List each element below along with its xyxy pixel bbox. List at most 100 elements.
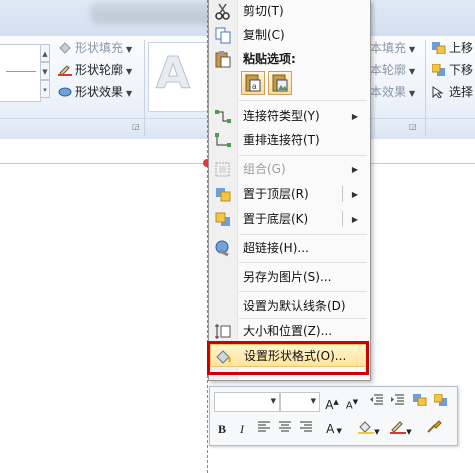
gallery-up-button[interactable]: ▲ — [40, 44, 50, 62]
paste-as-picture-button[interactable] — [268, 71, 292, 95]
bring-to-front-mini-button[interactable] — [412, 393, 428, 411]
align-center-button[interactable] — [277, 420, 293, 438]
bring-forward-button[interactable]: 上移 — [432, 39, 473, 57]
menu-separator — [239, 318, 367, 319]
font-size-dropdown[interactable]: ▼ — [280, 392, 320, 412]
menu-item-connector-type[interactable]: 连接符类型(Y) ▶ — [209, 105, 368, 128]
shrink-font-button[interactable]: A▼ — [344, 393, 360, 411]
selection-pane-icon — [432, 85, 446, 99]
format-painter-brush-icon — [426, 420, 442, 437]
send-backward-button[interactable]: 下移 — [431, 61, 473, 79]
group-separator — [425, 40, 426, 136]
chevron-down-icon: ▼ — [310, 397, 316, 405]
svg-text:a: a — [252, 82, 257, 91]
font-color-button[interactable]: A ▼ — [322, 420, 346, 438]
grow-font-button[interactable]: A▲ — [324, 393, 340, 412]
chevron-down-icon: ▼ — [270, 397, 276, 405]
menu-separator — [239, 291, 367, 292]
text-fill-button[interactable]: 本填充 ▼ — [370, 39, 415, 57]
increase-indent-icon — [391, 394, 405, 409]
chevron-down-icon: ▼ — [374, 428, 380, 436]
blurred-title — [90, 2, 220, 24]
align-left-button[interactable] — [256, 420, 272, 438]
context-menu: 剪切(T) 复制(C) 粘贴选项: a 连接符类型(Y) ▶ 重排连接符(T) … — [208, 0, 371, 381]
menu-item-send-to-back[interactable]: 置于底层(K) ▶ — [209, 208, 368, 231]
menu-separator — [239, 262, 367, 263]
align-left-icon — [257, 421, 271, 436]
decrease-indent-icon — [370, 394, 384, 409]
italic-button[interactable]: I — [234, 420, 250, 438]
hyperlink-globe-icon — [214, 240, 232, 257]
send-to-back-icon — [433, 393, 448, 409]
selection-pane-button[interactable]: 选择 — [432, 83, 473, 101]
text-outline-button[interactable]: 本轮廓 ▼ — [370, 61, 415, 79]
menu-item-copy[interactable]: 复制(C) — [209, 24, 368, 47]
send-to-back-mini-button[interactable] — [433, 393, 449, 411]
menu-item-reroute-connectors[interactable]: 重排连接符(T) — [209, 129, 368, 152]
submenu-arrow-icon: ▶ — [351, 112, 358, 121]
format-painter-button[interactable] — [424, 420, 444, 438]
dialog-launcher-icon[interactable]: ◲ — [409, 122, 417, 131]
menu-item-bring-to-front[interactable]: 置于顶层(R) ▶ — [209, 183, 368, 206]
menu-separator — [239, 100, 367, 101]
gallery-line-sample — [6, 71, 36, 72]
decrease-indent-button[interactable] — [369, 393, 385, 411]
chevron-down-icon: ▼ — [406, 428, 412, 436]
paste-options-label: 粘贴选项: — [243, 52, 296, 66]
send-to-back-icon — [214, 211, 232, 228]
menu-item-group[interactable]: 组合(G) ▶ — [209, 158, 368, 181]
text-effects-button[interactable]: 本效果 ▼ — [370, 83, 415, 101]
shape-outline-mini-button[interactable]: ▼ — [388, 420, 414, 438]
chevron-down-icon: ▼ — [334, 427, 342, 435]
menu-item-cut[interactable]: 剪切(T) — [209, 0, 368, 23]
pencil-outline-icon — [58, 63, 72, 76]
shape-effects-button[interactable]: 形状效果 ▼ — [58, 83, 132, 101]
split-separator — [342, 186, 343, 202]
wordart-style-sample: A — [155, 48, 191, 100]
submenu-arrow-icon: ▶ — [351, 165, 358, 174]
shape-styles-gallery[interactable] — [0, 44, 41, 102]
shape-effects-icon — [58, 85, 72, 97]
increase-indent-button[interactable] — [390, 393, 406, 411]
paste-picture-icon — [269, 74, 291, 97]
paste-keep-format-icon: a — [242, 74, 264, 97]
bring-forward-icon — [432, 41, 446, 55]
connector-type-icon — [214, 108, 232, 125]
highlight-frame — [207, 341, 369, 375]
paste-keep-formatting-button[interactable]: a — [241, 71, 265, 95]
font-name-dropdown[interactable]: ▼ — [214, 392, 280, 412]
gallery-scroll[interactable]: ▲ ▼ ▾ — [40, 44, 50, 100]
split-separator — [342, 211, 343, 227]
bold-button[interactable]: B — [214, 420, 230, 438]
copy-icon — [214, 27, 232, 44]
menu-item-save-as-picture[interactable]: 另存为图片(S)... — [209, 266, 368, 289]
gallery-more-button[interactable]: ▾ — [40, 80, 50, 98]
submenu-arrow-icon: ▶ — [351, 190, 358, 199]
shape-fill-button[interactable]: 形状填充 ▼ — [58, 39, 132, 57]
mini-toolbar: ▼ ▼ A▲ A▼ B I A ▼ ▼ ▼ — [209, 386, 458, 446]
size-position-icon — [214, 323, 232, 340]
align-right-icon — [299, 421, 313, 436]
send-backward-icon — [431, 63, 446, 76]
group-separator — [144, 40, 145, 136]
submenu-arrow-icon: ▶ — [351, 215, 358, 224]
reroute-connector-icon — [214, 132, 232, 149]
align-center-icon — [278, 421, 292, 436]
menu-separator — [239, 234, 367, 235]
pencil-outline-icon — [390, 421, 407, 437]
shape-fill-mini-button[interactable]: ▼ — [356, 420, 382, 438]
menu-item-size-position[interactable]: 大小和位置(Z)... — [209, 320, 368, 343]
scissors-icon — [214, 3, 232, 20]
group-icon — [214, 161, 232, 178]
shape-outline-button[interactable]: 形状轮廓 ▼ — [58, 61, 132, 79]
menu-separator — [239, 155, 367, 156]
dialog-launcher-icon[interactable]: ◲ — [132, 122, 140, 131]
align-right-button[interactable] — [298, 420, 314, 438]
menu-item-hyperlink[interactable]: 超链接(H)... — [209, 237, 368, 260]
menu-item-set-default-line[interactable]: 设置为默认线条(D) — [209, 295, 368, 318]
paint-bucket-icon — [58, 41, 72, 54]
bring-to-front-icon — [214, 186, 232, 203]
paint-bucket-icon — [358, 421, 375, 437]
gallery-down-button[interactable]: ▼ — [40, 62, 50, 80]
paste-clipboard-icon — [214, 51, 232, 68]
